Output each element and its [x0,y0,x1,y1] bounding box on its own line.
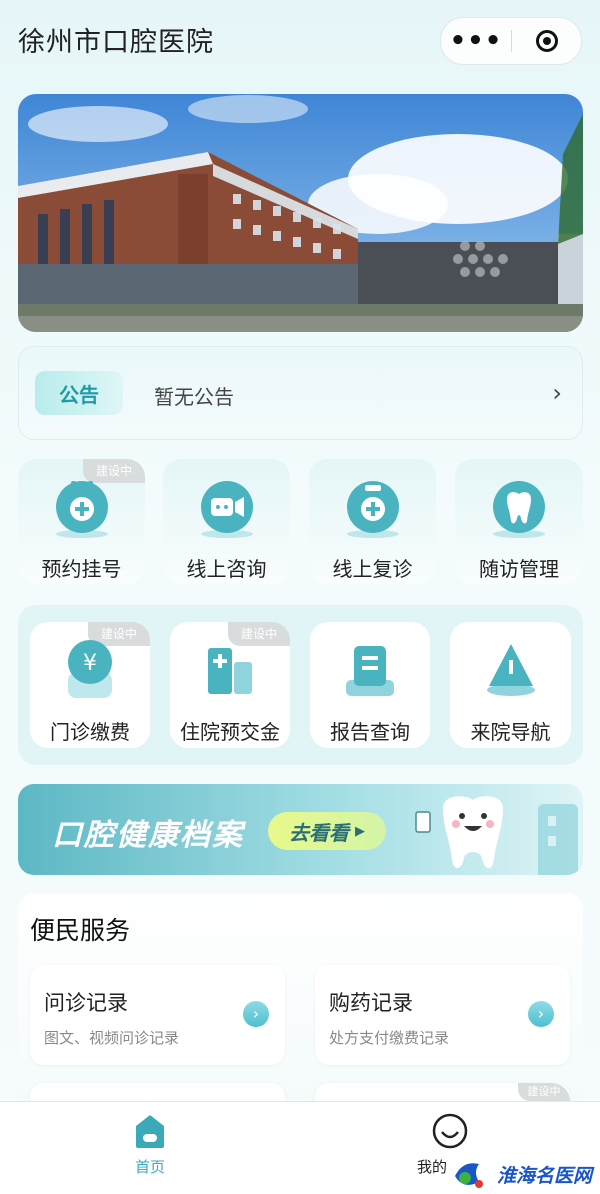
section-title: 便民服务 [30,916,131,945]
under-construction-badge: 建设中 [518,1083,570,1101]
site-watermark: 淮海名医网 [449,1156,592,1192]
watermark-text: 淮海名医网 [496,1164,592,1187]
tooth-mascot-icon [415,796,578,875]
notice-bar[interactable]: 公告 暂无公告 › [18,346,583,440]
service-online-revisit[interactable]: 线上复诊 [309,459,436,584]
card-description: 处方支付缴费记录 [329,1029,450,1047]
hospital-building-photo [18,94,583,332]
mini-program-capsule: ••• [440,17,582,65]
service-inpatient-deposit[interactable]: 建设中 住院预交金 [170,622,290,748]
service-label: 报告查询 [330,720,410,744]
notice-tag: 公告 [35,371,123,415]
service-label: 线上咨询 [186,557,267,581]
service-online-consult[interactable]: 线上咨询 [163,459,290,584]
notice-text: 暂无公告 [154,385,234,409]
purchase-records-card[interactable]: 购药记录 处方支付缴费记录 › [315,965,570,1065]
service-report-query[interactable]: 报告查询 [310,622,430,748]
target-icon [535,30,558,52]
card-title: 购药记录 [329,991,413,1015]
app-title: 徐州市口腔医院 [18,27,214,58]
more-menu-icon[interactable]: ••• [441,18,511,64]
service-label: 住院预交金 [180,720,280,744]
profile-face-icon [432,1113,468,1149]
tab-label: 首页 [134,1158,165,1176]
baby-bottle-plus-icon [49,477,115,543]
hospital-banner-image[interactable] [18,94,583,332]
yuan-coin-icon: ¥ [60,636,120,706]
service-label: 线上复诊 [332,557,413,581]
health-record-title: 口腔健康档案 [52,818,244,853]
play-arrow-icon: ▶ [355,823,365,839]
convenience-services-panel: 便民服务 问诊记录 图文、视频问诊记录 › 购药记录 处方支付缴费记录 › 建设… [18,893,583,1113]
watermark-logo-icon [454,1163,483,1188]
report-document-icon [340,636,400,706]
close-mini-program-button[interactable] [512,18,581,64]
card-title: 问诊记录 [44,991,128,1015]
medicine-bottle-plus-icon [340,477,406,543]
navigation-cone-icon [481,636,541,706]
go-see-button[interactable]: 去看看 ▶ [268,812,386,850]
service-label: 随访管理 [479,557,559,581]
service-appointment[interactable]: 建设中 预约挂号 [18,459,145,584]
services-row2-panel: 建设中 ¥ 门诊缴费 建设中 住院预交金 报告查询 来院导航 [18,605,583,765]
home-icon [136,1115,164,1148]
chevron-right-icon: › [528,1001,554,1027]
go-see-label: 去看看 [289,820,349,845]
service-followup[interactable]: 随访管理 [455,459,583,584]
video-chat-icon [194,477,260,543]
service-outpatient-payment[interactable]: 建设中 ¥ 门诊缴费 [30,622,150,748]
card-description: 图文、视频问诊记录 [44,1029,180,1047]
hospital-building-icon [200,636,260,706]
service-label: 来院导航 [470,720,551,744]
tooth-icon [486,477,552,543]
tab-home[interactable]: 首页 [0,1102,300,1194]
consultation-records-card[interactable]: 问诊记录 图文、视频问诊记录 › [30,965,285,1065]
chevron-right-icon: › [243,1001,269,1027]
header-bar: 徐州市口腔医院 ••• [0,0,600,85]
oral-health-record-banner[interactable]: 口腔健康档案 去看看 ▶ [18,784,583,875]
service-label: 预约挂号 [41,557,122,581]
service-navigation[interactable]: 来院导航 [450,622,571,748]
chevron-right-icon: › [552,379,562,407]
service-label: 门诊缴费 [50,720,130,744]
svg-text:¥: ¥ [83,651,97,676]
